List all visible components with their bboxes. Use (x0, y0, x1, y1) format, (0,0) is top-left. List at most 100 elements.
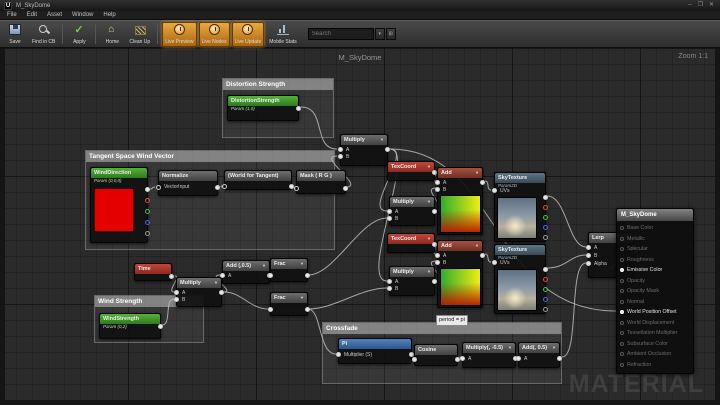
input-pin[interactable] (268, 273, 273, 278)
output-pin-b[interactable] (543, 297, 548, 302)
output-pin-r[interactable] (543, 205, 548, 210)
input-pin-a[interactable] (516, 356, 521, 361)
output-pin[interactable] (219, 290, 224, 295)
input-pin[interactable] (294, 186, 299, 191)
node-frac-2[interactable]: Frac▼ (270, 292, 308, 316)
search-advanced-button[interactable]: ⊞ (386, 28, 396, 40)
node-multiply-distortion[interactable]: Multiply▼ A B (340, 134, 388, 166)
node-multiply-time[interactable]: Multiply▼ A B (176, 277, 222, 307)
menu-help[interactable]: Help (98, 11, 120, 20)
input-pin[interactable] (222, 184, 227, 189)
node-add-uv-2[interactable]: Add▼ A B (437, 240, 483, 308)
input-pin[interactable] (620, 289, 624, 293)
output-pin[interactable] (215, 185, 220, 190)
apply-button[interactable]: Apply (67, 22, 91, 47)
node-sky-texture-2[interactable]: SkyTexture Param2D UVs (494, 244, 546, 314)
menu-asset[interactable]: Asset (42, 11, 67, 20)
input-pin-b[interactable] (387, 286, 392, 291)
input-pin-a[interactable] (435, 180, 440, 185)
node-wind-direction-param[interactable]: WindDirection Param (0,0,0) (90, 167, 148, 243)
input-pin-b[interactable] (174, 297, 179, 302)
node-multiply-pan-2[interactable]: Multiply▼ A B (389, 266, 435, 296)
search-input[interactable] (308, 28, 374, 40)
output-pin-b[interactable] (543, 225, 548, 230)
input-pin-a[interactable] (338, 147, 343, 152)
find-in-cb-button[interactable]: Find in CB (29, 22, 58, 47)
input-pin-a[interactable] (435, 253, 440, 258)
node-pi-function[interactable]: Pi Multiplier (S) (338, 338, 412, 364)
input-pin-uvs[interactable] (492, 188, 497, 193)
output-pin-a[interactable] (543, 235, 548, 240)
output-pin[interactable] (480, 180, 485, 185)
node-mask-rg[interactable]: Mask ( R G ) (296, 170, 346, 194)
material-pin-row-emissive[interactable]: Emissive Color (617, 265, 693, 276)
comment-title[interactable]: Distortion Strength (223, 79, 333, 90)
node-multiply-neg-half[interactable]: Multiply(, -0.5)▼ A (462, 342, 516, 368)
input-pin[interactable] (620, 247, 624, 251)
node-texcoord-1[interactable]: TexCoord▼ (387, 161, 435, 181)
output-pin[interactable] (343, 186, 348, 191)
search-options-button[interactable]: ▾ (375, 28, 385, 40)
live-nodes-toggle[interactable]: Live Nodes (199, 22, 230, 47)
maximize-button[interactable]: ❐ (698, 0, 703, 11)
output-pin[interactable] (296, 106, 301, 111)
material-pin-row[interactable]: Refraction (617, 360, 693, 371)
input-pin-a[interactable] (460, 356, 465, 361)
node-texcoord-2[interactable]: TexCoord▼ (387, 233, 435, 253)
output-pin-rgb[interactable] (145, 187, 150, 192)
node-normalize[interactable]: Normalize VectorInput (158, 170, 218, 196)
input-pin-b[interactable] (435, 260, 440, 265)
input-pin[interactable] (156, 185, 161, 190)
node-material-output[interactable]: M_SkyDome Base Color Metallic Specular R… (616, 208, 694, 374)
input-pin-multiplier[interactable] (336, 352, 341, 357)
output-pin[interactable] (385, 147, 390, 152)
menu-window[interactable]: Window (67, 11, 98, 20)
output-pin-rgb[interactable] (543, 195, 548, 200)
output-pin[interactable] (432, 209, 437, 214)
node-cosine[interactable]: Cosine (414, 344, 458, 366)
node-multiply-pan-1[interactable]: Multiply▼ A B (389, 196, 435, 226)
output-pin-b[interactable] (145, 220, 150, 225)
input-pin-alpha[interactable] (586, 261, 591, 266)
input-pin[interactable] (620, 300, 624, 304)
home-button[interactable]: Home (100, 22, 124, 47)
live-update-toggle[interactable]: Live Update (232, 22, 265, 47)
material-pin-row[interactable]: Specular (617, 244, 693, 255)
input-pin-b[interactable] (338, 154, 343, 159)
input-pin-uvs[interactable] (492, 260, 497, 265)
output-pin[interactable] (158, 324, 163, 329)
clean-up-button[interactable]: Clean Up (126, 22, 153, 47)
output-pin-a[interactable] (543, 307, 548, 312)
input-pin[interactable] (620, 310, 624, 314)
menu-file[interactable]: File (2, 11, 22, 20)
output-pin-g[interactable] (543, 287, 548, 292)
menu-edit[interactable]: Edit (22, 11, 42, 20)
material-pin-row[interactable]: Tessellation Multiplier (617, 328, 693, 339)
node-add-half[interactable]: Add(, 0.5)▼ A (518, 342, 560, 368)
input-pin-a[interactable] (220, 273, 225, 278)
material-pin-row[interactable]: World Displacement (617, 318, 693, 329)
output-pin[interactable] (305, 307, 310, 312)
material-pin-row[interactable]: Subsurface Color (617, 339, 693, 350)
output-pin[interactable] (305, 273, 310, 278)
input-pin[interactable] (620, 321, 624, 325)
material-pin-row[interactable]: Metallic (617, 234, 693, 245)
node-time[interactable]: Time (134, 263, 172, 281)
output-pin[interactable] (432, 279, 437, 284)
input-pin[interactable] (620, 342, 624, 346)
material-pin-row[interactable]: Roughness (617, 255, 693, 266)
comment-title[interactable]: Tangent Space Wind Vector (86, 151, 334, 162)
input-pin-b[interactable] (435, 187, 440, 192)
material-pin-row-world-position-offset[interactable]: World Position Offset (617, 307, 693, 318)
input-pin[interactable] (268, 307, 273, 312)
output-pin-g[interactable] (145, 209, 150, 214)
minimize-button[interactable]: – (688, 0, 691, 11)
mobile-stats-button[interactable]: Mobile Stats (266, 22, 300, 47)
material-pin-row[interactable]: Opacity (617, 276, 693, 287)
input-pin-a[interactable] (586, 245, 591, 250)
input-pin-a[interactable] (387, 279, 392, 284)
input-pin[interactable] (620, 352, 624, 356)
input-pin[interactable] (620, 258, 624, 262)
input-pin-a[interactable] (174, 290, 179, 295)
node-sky-texture-1[interactable]: SkyTexture Param2D UVs (494, 172, 546, 242)
